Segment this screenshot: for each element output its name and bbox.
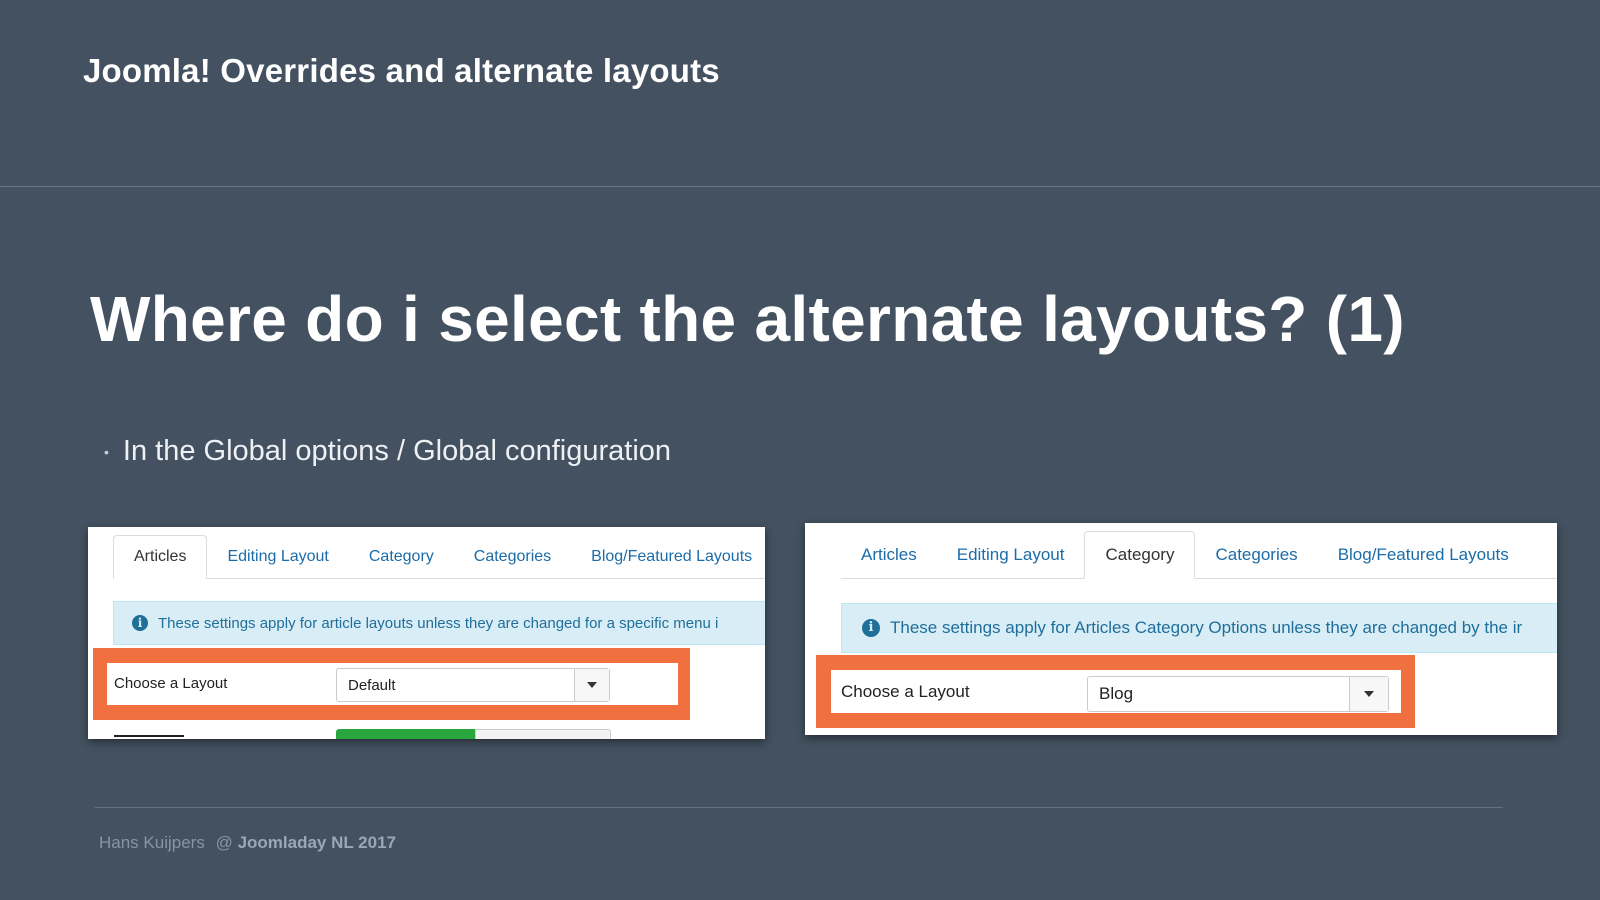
footer-separator: @ <box>215 833 233 852</box>
tab-editing-layout[interactable]: Editing Layout <box>207 536 348 578</box>
bullet-dot-icon: • <box>104 443 109 460</box>
footer-divider <box>95 807 1503 808</box>
toggle-show-button[interactable] <box>336 729 475 739</box>
cut-off-label <box>114 731 184 739</box>
bullet-item: • In the Global options / Global configu… <box>104 435 671 468</box>
layout-select[interactable]: Blog <box>1087 676 1389 712</box>
footer-event: Joomladay NL 2017 <box>237 833 396 852</box>
header-title: Joomla! Overrides and alternate layouts <box>83 52 720 89</box>
tab-articles[interactable]: Articles <box>841 532 937 578</box>
layout-select[interactable]: Default <box>336 668 610 702</box>
bullet-text: In the Global options / Global configura… <box>122 435 672 467</box>
tab-category[interactable]: Category <box>349 536 454 578</box>
screenshot-right: Articles Editing Layout Category Categor… <box>805 523 1557 735</box>
header-divider <box>0 186 1600 187</box>
info-icon: i <box>132 615 148 631</box>
choose-layout-label: Choose a Layout <box>114 675 228 692</box>
tab-articles[interactable]: Articles <box>113 535 208 579</box>
info-alert: i These settings apply for Articles Cate… <box>841 603 1557 653</box>
screenshot-left: Articles Editing Layout Category Categor… <box>88 527 765 739</box>
info-alert: i These settings apply for article layou… <box>113 601 765 645</box>
slide-title: Where do i select the alternate layouts?… <box>90 283 1405 355</box>
chevron-down-icon[interactable] <box>1349 677 1388 711</box>
tab-bar: Articles Editing Layout Category Categor… <box>841 531 1557 579</box>
tab-editing-layout[interactable]: Editing Layout <box>937 532 1085 578</box>
toggle-hide-button[interactable] <box>475 729 611 739</box>
choose-layout-label: Choose a Layout <box>841 682 970 701</box>
layout-select-value: Default <box>348 676 396 694</box>
tab-blog-featured-layouts[interactable]: Blog/Featured Layouts <box>571 536 765 578</box>
info-icon: i <box>862 619 880 637</box>
tab-categories[interactable]: Categories <box>1195 532 1317 578</box>
footer: Hans Kuijpers @ Joomladay NL 2017 <box>99 833 396 853</box>
tab-category[interactable]: Category <box>1084 531 1196 579</box>
tab-categories[interactable]: Categories <box>454 536 571 578</box>
layout-select-value: Blog <box>1099 684 1134 703</box>
tab-blog-featured-layouts[interactable]: Blog/Featured Layouts <box>1318 532 1529 578</box>
chevron-down-icon[interactable] <box>574 669 609 701</box>
footer-author: Hans Kuijpers <box>99 833 205 852</box>
tab-bar: Articles Editing Layout Category Categor… <box>113 535 765 579</box>
info-text: These settings apply for Articles Catego… <box>890 618 1523 637</box>
info-text: These settings apply for article layouts… <box>158 614 719 632</box>
